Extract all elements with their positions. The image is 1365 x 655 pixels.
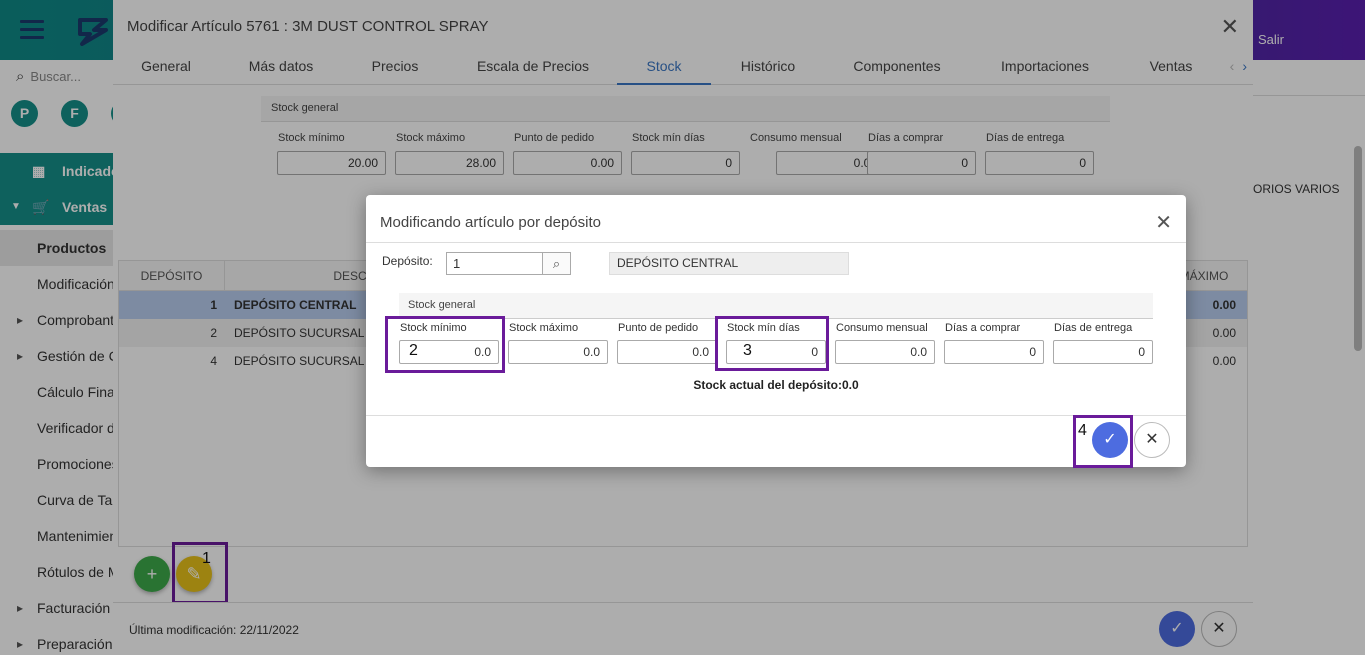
highlight-box xyxy=(715,316,829,371)
close-icon[interactable]: ✕ xyxy=(1155,210,1172,235)
cancel-button[interactable]: ✕ xyxy=(1134,422,1170,458)
stock-actual-text: Stock actual del depósito:0.0 xyxy=(693,378,859,392)
step-number: 3 xyxy=(743,342,752,359)
search-icon[interactable]: ⌕ xyxy=(542,252,571,275)
field-label: Punto de pedido xyxy=(618,322,699,334)
deposito-label: Depósito: xyxy=(382,254,433,268)
stock-maximo-input[interactable]: 0.0 xyxy=(508,340,608,364)
deposito-name: DEPÓSITO CENTRAL xyxy=(609,252,849,275)
highlight-box xyxy=(385,316,505,373)
consumo-mensual-input[interactable]: 0.0 xyxy=(835,340,935,364)
dias-entrega-input[interactable]: 0 xyxy=(1053,340,1153,364)
step-number: 2 xyxy=(409,342,418,359)
deposit-edit-dialog: Modificando artículo por depósito ✕ Depó… xyxy=(366,195,1186,468)
deposito-input[interactable]: 1 xyxy=(446,252,542,275)
punto-pedido-input[interactable]: 0.0 xyxy=(617,340,717,364)
field-label: Stock máximo xyxy=(509,322,579,334)
dias-comprar-input[interactable]: 0 xyxy=(944,340,1044,364)
field-label: Días de entrega xyxy=(1054,322,1133,334)
field-label: Días a comprar xyxy=(945,322,1021,334)
field-label: Consumo mensual xyxy=(836,322,928,334)
dialog-title: Modificando artículo por depósito xyxy=(380,214,601,231)
step-number: 4 xyxy=(1078,422,1087,439)
